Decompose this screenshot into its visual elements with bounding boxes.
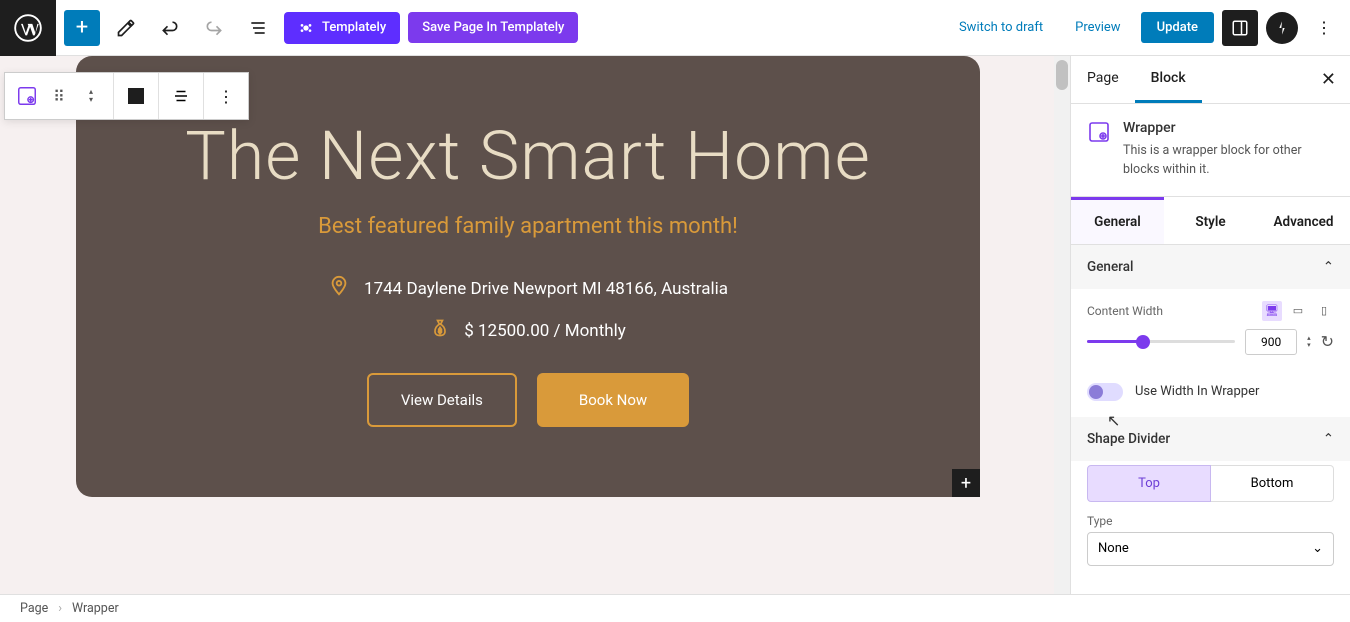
templately-button[interactable]: Templately: [284, 12, 400, 44]
preview-link[interactable]: Preview: [1063, 12, 1132, 43]
close-sidebar-icon[interactable]: ✕: [1307, 69, 1350, 90]
reset-icon[interactable]: ↻: [1321, 332, 1334, 351]
subtab-general[interactable]: General: [1071, 197, 1164, 244]
shape-top-button[interactable]: Top: [1087, 465, 1211, 502]
hero-title[interactable]: The Next Smart Home: [116, 116, 940, 196]
subtab-style[interactable]: Style: [1164, 197, 1257, 244]
content-width-label: Content Width: [1087, 304, 1163, 318]
hero-price-row[interactable]: $ $ 12500.00 / Monthly: [116, 318, 940, 343]
money-bag-icon: $: [430, 318, 450, 343]
device-tablet-icon[interactable]: ▭: [1288, 301, 1308, 321]
add-block-inside-icon[interactable]: +: [952, 469, 980, 497]
block-toolbar: ⠿ ▴▾ ⋮: [4, 72, 249, 120]
align-center-icon[interactable]: [167, 82, 195, 110]
wordpress-logo[interactable]: [0, 0, 56, 56]
panel-shape-divider-toggle[interactable]: Shape Divider ⌃ ↖: [1071, 417, 1350, 461]
hero-address-row[interactable]: 1744 Daylene Drive Newport MI 48166, Aus…: [116, 275, 940, 302]
chevron-up-icon: ⌃: [1323, 431, 1334, 447]
add-block-button[interactable]: +: [64, 10, 100, 46]
content-width-input[interactable]: [1245, 329, 1297, 355]
tab-page[interactable]: Page: [1071, 56, 1135, 103]
type-label: Type: [1087, 514, 1334, 528]
book-now-button[interactable]: Book Now: [537, 373, 689, 427]
device-desktop-icon[interactable]: 🖥: [1262, 301, 1282, 321]
settings-sidebar: Page Block ✕ Wrapper This is a wrapper b…: [1070, 56, 1350, 594]
chevron-up-icon: ⌃: [1323, 259, 1334, 275]
hero-subtitle[interactable]: Best featured family apartment this mont…: [116, 214, 940, 239]
drag-handle-icon[interactable]: ⠿: [45, 82, 73, 110]
block-type-wrapper-icon[interactable]: [13, 82, 41, 110]
block-name-label: Wrapper: [1123, 120, 1334, 136]
hero-price-text: $ 12500.00 / Monthly: [464, 321, 626, 341]
breadcrumb: Page › Wrapper: [0, 594, 1350, 622]
tab-block[interactable]: Block: [1135, 56, 1202, 103]
device-mobile-icon[interactable]: ▯: [1314, 301, 1334, 321]
svg-text:$: $: [438, 327, 442, 335]
more-options-icon[interactable]: ⋮: [1306, 10, 1342, 46]
list-view-icon[interactable]: [240, 10, 276, 46]
save-page-templately-button[interactable]: Save Page In Templately: [408, 12, 578, 43]
breadcrumb-current[interactable]: Wrapper: [72, 601, 119, 616]
block-wrapper-icon: [1087, 120, 1111, 148]
subtab-advanced[interactable]: Advanced: [1257, 197, 1350, 244]
content-width-slider[interactable]: [1087, 340, 1235, 343]
edit-icon[interactable]: [108, 10, 144, 46]
templately-label: Templately: [322, 20, 386, 35]
jetpack-icon[interactable]: [1266, 12, 1298, 44]
top-toolbar: + Templately Save Page In Templately Swi…: [0, 0, 1350, 56]
shape-bottom-button[interactable]: Bottom: [1211, 465, 1334, 502]
block-description: This is a wrapper block for other blocks…: [1123, 142, 1334, 180]
view-details-button[interactable]: View Details: [367, 373, 517, 427]
redo-icon[interactable]: [196, 10, 232, 46]
number-spinner[interactable]: ▴▾: [1307, 335, 1311, 349]
align-full-icon[interactable]: [122, 82, 150, 110]
panel-general-toggle[interactable]: General ⌃: [1071, 245, 1350, 289]
update-button[interactable]: Update: [1141, 12, 1214, 43]
chevron-right-icon: ›: [58, 601, 62, 616]
hero-address-text: 1744 Daylene Drive Newport MI 48166, Aus…: [364, 279, 728, 299]
undo-icon[interactable]: [152, 10, 188, 46]
move-up-down-icon[interactable]: ▴▾: [77, 82, 105, 110]
switch-to-draft-link[interactable]: Switch to draft: [947, 12, 1055, 43]
use-width-label: Use Width In Wrapper: [1135, 384, 1259, 399]
breadcrumb-page[interactable]: Page: [20, 601, 48, 616]
chevron-down-icon: ⌄: [1312, 541, 1323, 556]
use-width-toggle[interactable]: [1087, 383, 1123, 401]
editor-canvas[interactable]: The Next Smart Home Best featured family…: [0, 56, 1070, 594]
location-pin-icon: [328, 275, 350, 302]
type-select[interactable]: None ⌄: [1087, 532, 1334, 566]
scrollbar[interactable]: [1054, 56, 1070, 594]
wrapper-block[interactable]: The Next Smart Home Best featured family…: [76, 56, 980, 497]
settings-panel-toggle-icon[interactable]: [1222, 10, 1258, 46]
block-more-options-icon[interactable]: ⋮: [212, 82, 240, 110]
